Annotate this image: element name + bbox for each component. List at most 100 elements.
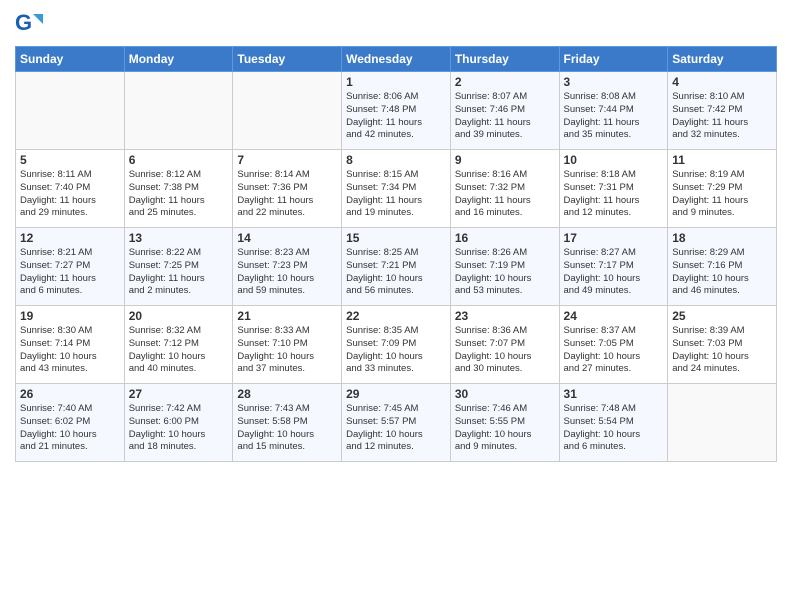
day-number: 30 [455, 387, 555, 401]
weekday-header-cell: Tuesday [233, 47, 342, 72]
day-number: 23 [455, 309, 555, 323]
day-number: 15 [346, 231, 446, 245]
day-number: 10 [564, 153, 664, 167]
calendar-cell: 23 Sunrise: 8:36 AM Sunset: 7:07 PM Dayli… [450, 306, 559, 384]
day-info: Sunrise: 8:29 AM Sunset: 7:16 PM Dayligh… [672, 247, 772, 298]
calendar-cell: 29Sunrise: 7:45 AM Sunset: 5:57 PM Dayli… [342, 384, 451, 462]
day-number: 19 [20, 309, 120, 323]
day-info: Sunrise: 8:19 AM Sunset: 7:29 PM Dayligh… [672, 169, 772, 220]
day-number: 18 [672, 231, 772, 245]
day-number: 13 [129, 231, 229, 245]
calendar-cell: 9Sunrise: 8:16 AM Sunset: 7:32 PM Daylig… [450, 150, 559, 228]
day-info: Sunrise: 8:30 AM Sunset: 7:14 PM Dayligh… [20, 325, 120, 376]
calendar-cell: 24 Sunrise: 8:37 AM Sunset: 7:05 PM Dayli… [559, 306, 668, 384]
day-info: Sunrise: 8:22 AM Sunset: 7:25 PM Dayligh… [129, 247, 229, 298]
day-number: 26 [20, 387, 120, 401]
weekday-header-cell: Sunday [16, 47, 125, 72]
svg-text:G: G [15, 10, 32, 35]
day-info: Sunrise: 7:43 AM Sunset: 5:58 PM Dayligh… [237, 403, 337, 454]
day-number: 31 [564, 387, 664, 401]
weekday-header-cell: Thursday [450, 47, 559, 72]
calendar-cell: 2 Sunrise: 8:07 AM Sunset: 7:46 PM Daylig… [450, 72, 559, 150]
logo-icon: G [15, 10, 43, 38]
day-info: Sunrise: 7:42 AM Sunset: 6:00 PM Dayligh… [129, 403, 229, 454]
calendar-cell: 14 Sunrise: 8:23 AM Sunset: 7:23 PM Dayli… [233, 228, 342, 306]
logo: G [15, 10, 45, 38]
day-info: Sunrise: 8:26 AM Sunset: 7:19 PM Dayligh… [455, 247, 555, 298]
calendar-cell: 13 Sunrise: 8:22 AM Sunset: 7:25 PM Dayli… [124, 228, 233, 306]
calendar-cell: 6 Sunrise: 8:12 AM Sunset: 7:38 PM Daylig… [124, 150, 233, 228]
calendar-cell [668, 384, 777, 462]
calendar-cell: 19 Sunrise: 8:30 AM Sunset: 7:14 PM Dayli… [16, 306, 125, 384]
calendar-cell: 4Sunrise: 8:10 AM Sunset: 7:42 PM Daylig… [668, 72, 777, 150]
day-number: 9 [455, 153, 555, 167]
header: G [15, 10, 777, 38]
calendar-week-row: 26 Sunrise: 7:40 AM Sunset: 6:02 PM Dayli… [16, 384, 777, 462]
weekday-header-row: SundayMondayTuesdayWednesdayThursdayFrid… [16, 47, 777, 72]
day-number: 12 [20, 231, 120, 245]
day-info: Sunrise: 8:23 AM Sunset: 7:23 PM Dayligh… [237, 247, 337, 298]
weekday-header-cell: Wednesday [342, 47, 451, 72]
day-info: Sunrise: 8:10 AM Sunset: 7:42 PM Dayligh… [672, 91, 772, 142]
calendar-cell: 1 Sunrise: 8:06 AM Sunset: 7:48 PM Daylig… [342, 72, 451, 150]
calendar-table: SundayMondayTuesdayWednesdayThursdayFrid… [15, 46, 777, 462]
day-info: Sunrise: 8:37 AM Sunset: 7:05 PM Dayligh… [564, 325, 664, 376]
day-number: 20 [129, 309, 229, 323]
day-info: Sunrise: 8:35 AM Sunset: 7:09 PM Dayligh… [346, 325, 446, 376]
calendar-cell: 17Sunrise: 8:27 AM Sunset: 7:17 PM Dayli… [559, 228, 668, 306]
day-number: 28 [237, 387, 337, 401]
day-number: 5 [20, 153, 120, 167]
day-number: 1 [346, 75, 446, 89]
day-number: 11 [672, 153, 772, 167]
calendar-cell: 3 Sunrise: 8:08 AM Sunset: 7:44 PM Daylig… [559, 72, 668, 150]
day-info: Sunrise: 8:21 AM Sunset: 7:27 PM Dayligh… [20, 247, 120, 298]
day-number: 14 [237, 231, 337, 245]
day-number: 7 [237, 153, 337, 167]
day-number: 22 [346, 309, 446, 323]
calendar-week-row: 19 Sunrise: 8:30 AM Sunset: 7:14 PM Dayli… [16, 306, 777, 384]
calendar-cell: 8 Sunrise: 8:15 AM Sunset: 7:34 PM Daylig… [342, 150, 451, 228]
calendar-week-row: 12 Sunrise: 8:21 AM Sunset: 7:27 PM Dayli… [16, 228, 777, 306]
calendar-cell: 22 Sunrise: 8:35 AM Sunset: 7:09 PM Dayli… [342, 306, 451, 384]
day-info: Sunrise: 8:32 AM Sunset: 7:12 PM Dayligh… [129, 325, 229, 376]
calendar-cell: 31 Sunrise: 7:48 AM Sunset: 5:54 PM Dayli… [559, 384, 668, 462]
day-info: Sunrise: 8:36 AM Sunset: 7:07 PM Dayligh… [455, 325, 555, 376]
calendar-week-row: 5Sunrise: 8:11 AM Sunset: 7:40 PM Daylig… [16, 150, 777, 228]
day-info: Sunrise: 8:27 AM Sunset: 7:17 PM Dayligh… [564, 247, 664, 298]
day-number: 25 [672, 309, 772, 323]
day-number: 8 [346, 153, 446, 167]
calendar-cell: 11 Sunrise: 8:19 AM Sunset: 7:29 PM Dayli… [668, 150, 777, 228]
weekday-header-cell: Monday [124, 47, 233, 72]
day-number: 3 [564, 75, 664, 89]
day-info: Sunrise: 8:07 AM Sunset: 7:46 PM Dayligh… [455, 91, 555, 142]
day-info: Sunrise: 7:46 AM Sunset: 5:55 PM Dayligh… [455, 403, 555, 454]
day-info: Sunrise: 7:45 AM Sunset: 5:57 PM Dayligh… [346, 403, 446, 454]
day-info: Sunrise: 8:12 AM Sunset: 7:38 PM Dayligh… [129, 169, 229, 220]
day-info: Sunrise: 7:40 AM Sunset: 6:02 PM Dayligh… [20, 403, 120, 454]
day-info: Sunrise: 7:48 AM Sunset: 5:54 PM Dayligh… [564, 403, 664, 454]
calendar-cell: 12 Sunrise: 8:21 AM Sunset: 7:27 PM Dayli… [16, 228, 125, 306]
day-info: Sunrise: 8:25 AM Sunset: 7:21 PM Dayligh… [346, 247, 446, 298]
day-info: Sunrise: 8:06 AM Sunset: 7:48 PM Dayligh… [346, 91, 446, 142]
day-number: 6 [129, 153, 229, 167]
day-number: 2 [455, 75, 555, 89]
calendar-cell: 25 Sunrise: 8:39 AM Sunset: 7:03 PM Dayli… [668, 306, 777, 384]
day-info: Sunrise: 8:39 AM Sunset: 7:03 PM Dayligh… [672, 325, 772, 376]
calendar-cell: 10 Sunrise: 8:18 AM Sunset: 7:31 PM Dayli… [559, 150, 668, 228]
day-number: 24 [564, 309, 664, 323]
calendar-cell: 16 Sunrise: 8:26 AM Sunset: 7:19 PM Dayli… [450, 228, 559, 306]
main-container: G SundayMondayTuesdayWednesdayThursdayFr… [0, 0, 792, 472]
calendar-cell: 18 Sunrise: 8:29 AM Sunset: 7:16 PM Dayli… [668, 228, 777, 306]
calendar-cell: 28 Sunrise: 7:43 AM Sunset: 5:58 PM Dayli… [233, 384, 342, 462]
day-number: 16 [455, 231, 555, 245]
calendar-body: 1 Sunrise: 8:06 AM Sunset: 7:48 PM Daylig… [16, 72, 777, 462]
calendar-cell: 5Sunrise: 8:11 AM Sunset: 7:40 PM Daylig… [16, 150, 125, 228]
day-info: Sunrise: 8:08 AM Sunset: 7:44 PM Dayligh… [564, 91, 664, 142]
day-info: Sunrise: 8:14 AM Sunset: 7:36 PM Dayligh… [237, 169, 337, 220]
calendar-cell [16, 72, 125, 150]
day-number: 27 [129, 387, 229, 401]
day-info: Sunrise: 8:18 AM Sunset: 7:31 PM Dayligh… [564, 169, 664, 220]
calendar-cell: 27 Sunrise: 7:42 AM Sunset: 6:00 PM Dayli… [124, 384, 233, 462]
calendar-cell: 20 Sunrise: 8:32 AM Sunset: 7:12 PM Dayli… [124, 306, 233, 384]
day-info: Sunrise: 8:15 AM Sunset: 7:34 PM Dayligh… [346, 169, 446, 220]
